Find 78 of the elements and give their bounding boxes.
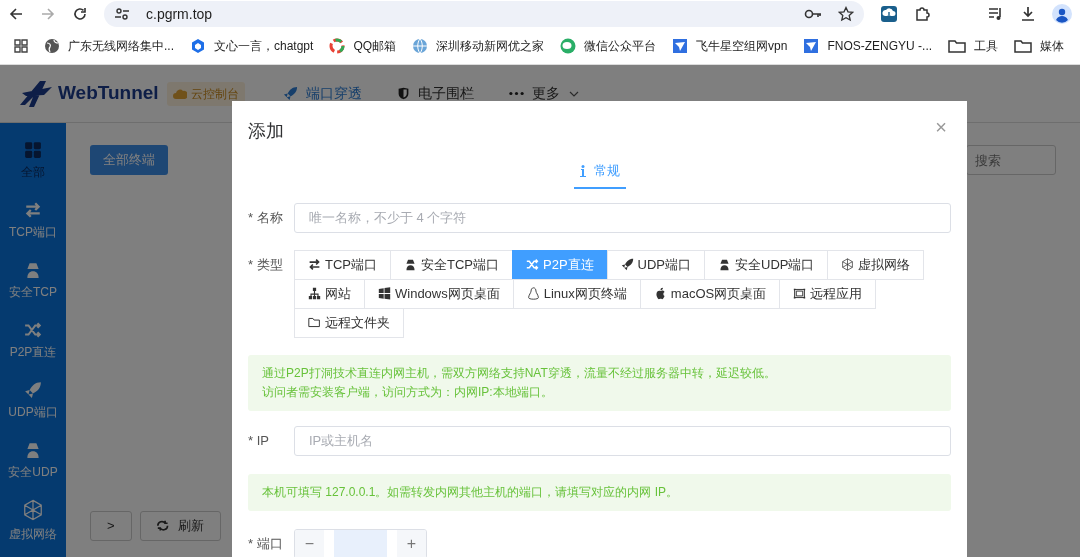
hexagon-icon [841, 258, 855, 271]
type-option[interactable]: 远程应用 [779, 278, 877, 309]
notice-text: 本机可填写 127.0.0.1。如需转发内网其他主机的端口，请填写对应的内网 IP。 [248, 473, 951, 511]
bookmark-link[interactable]: 工具 [974, 37, 999, 55]
type-option[interactable]: UDP端口 [606, 249, 706, 280]
swap-arrows-icon [24, 201, 42, 219]
plane-square-icon[interactable] [803, 38, 820, 54]
penguin-icon [526, 287, 540, 300]
extensions-icon[interactable] [914, 6, 930, 22]
rocket-icon [620, 258, 634, 271]
swap-arrows-icon [308, 258, 321, 271]
rocket-icon [24, 381, 42, 399]
expand-button[interactable]: > [90, 511, 132, 541]
cloud-download-icon[interactable] [880, 5, 898, 23]
info-icon [579, 164, 586, 177]
spy-icon [24, 261, 42, 279]
type-option[interactable]: 虚拟网络 [827, 249, 925, 280]
number-input[interactable] [334, 529, 387, 557]
input-field[interactable]: IP或主机名 [294, 425, 951, 456]
plane-square-icon[interactable] [672, 38, 689, 54]
dialog-title: 添加 [248, 120, 284, 143]
hexagon-icon [22, 499, 44, 521]
type-option[interactable]: 远程文件夹 [294, 307, 404, 338]
spy-icon [24, 441, 42, 459]
spy-icon [404, 258, 417, 271]
nav-link[interactable]: 电子围栏 [396, 83, 474, 104]
shield-icon [396, 86, 410, 101]
bookmark-link[interactable]: FNOS-ZENGYU -... [827, 37, 933, 55]
bookmark-link[interactable]: QQ邮箱 [353, 37, 397, 55]
bookmark-link[interactable]: 深圳移动新网优之家 [436, 37, 545, 55]
decrement-button[interactable]: − [295, 529, 324, 557]
globe-icon[interactable] [44, 38, 60, 54]
refresh-button[interactable]: 刷新 [139, 511, 221, 541]
window-frame-icon [793, 287, 807, 300]
brand-name: WebTunnel [58, 81, 159, 106]
url-text: c.pgrm.top [146, 4, 214, 24]
shuffle-icon [24, 321, 42, 339]
folder-icon[interactable] [1014, 39, 1033, 53]
bookmark-link[interactable]: 飞牛星空组网vpn [696, 37, 788, 55]
rocket-icon [282, 86, 298, 101]
cube-icon[interactable] [190, 38, 206, 54]
star-icon[interactable] [838, 6, 854, 22]
site-settings-icon[interactable] [114, 6, 130, 22]
apple-icon [653, 287, 667, 300]
nav-link[interactable]: 更多 [508, 83, 580, 104]
grid-icon [24, 141, 42, 159]
windows-icon [378, 287, 391, 300]
type-option[interactable]: Linux网页终端 [512, 278, 641, 309]
avatar-icon[interactable] [1052, 4, 1072, 24]
cloud-icon [172, 87, 187, 100]
media-list-icon[interactable] [988, 6, 1004, 22]
bookmark-link[interactable]: 广东无线网络集中... [68, 37, 174, 55]
chat-bubble-icon[interactable] [560, 38, 577, 54]
folder-icon[interactable] [948, 39, 967, 53]
key-icon[interactable] [804, 7, 822, 21]
address-bar[interactable]: c.pgrm.top [104, 1, 864, 27]
bookmark-link[interactable]: 微信公众平台 [584, 37, 657, 55]
number-stepper[interactable]: − + [294, 528, 427, 557]
logo-icon [18, 78, 54, 109]
search-field[interactable]: 搜索 [966, 145, 1056, 175]
field-label: * 端口 [248, 534, 284, 553]
notice-text: 通过P2P打洞技术直连内网主机，需双方网络支持NAT穿透，流量不经过服务器中转，延迟较低。 访问者需安装客户端，访问方式为：内网IP:本地端口。 [248, 354, 951, 411]
refresh-icon [156, 519, 170, 533]
bookmark-link[interactable]: 文心一言，chatgpt [214, 37, 314, 55]
reload-icon[interactable] [72, 6, 88, 22]
type-option[interactable]: TCP端口 [294, 249, 391, 280]
field-label: * 类型 [248, 255, 284, 274]
shuffle-icon [526, 258, 539, 271]
bookmark-link[interactable]: 媒体 [1040, 37, 1065, 55]
sitemap-icon [308, 287, 321, 300]
field-label: * 名称 [248, 208, 284, 227]
increment-button[interactable]: + [397, 529, 426, 557]
apps-grid-icon[interactable] [14, 39, 28, 53]
download-icon[interactable] [1020, 6, 1036, 22]
back-arrow-icon[interactable] [8, 6, 24, 22]
field-label: * IP [248, 431, 270, 450]
ring-icon[interactable] [329, 38, 346, 54]
folder-icon [308, 316, 321, 329]
